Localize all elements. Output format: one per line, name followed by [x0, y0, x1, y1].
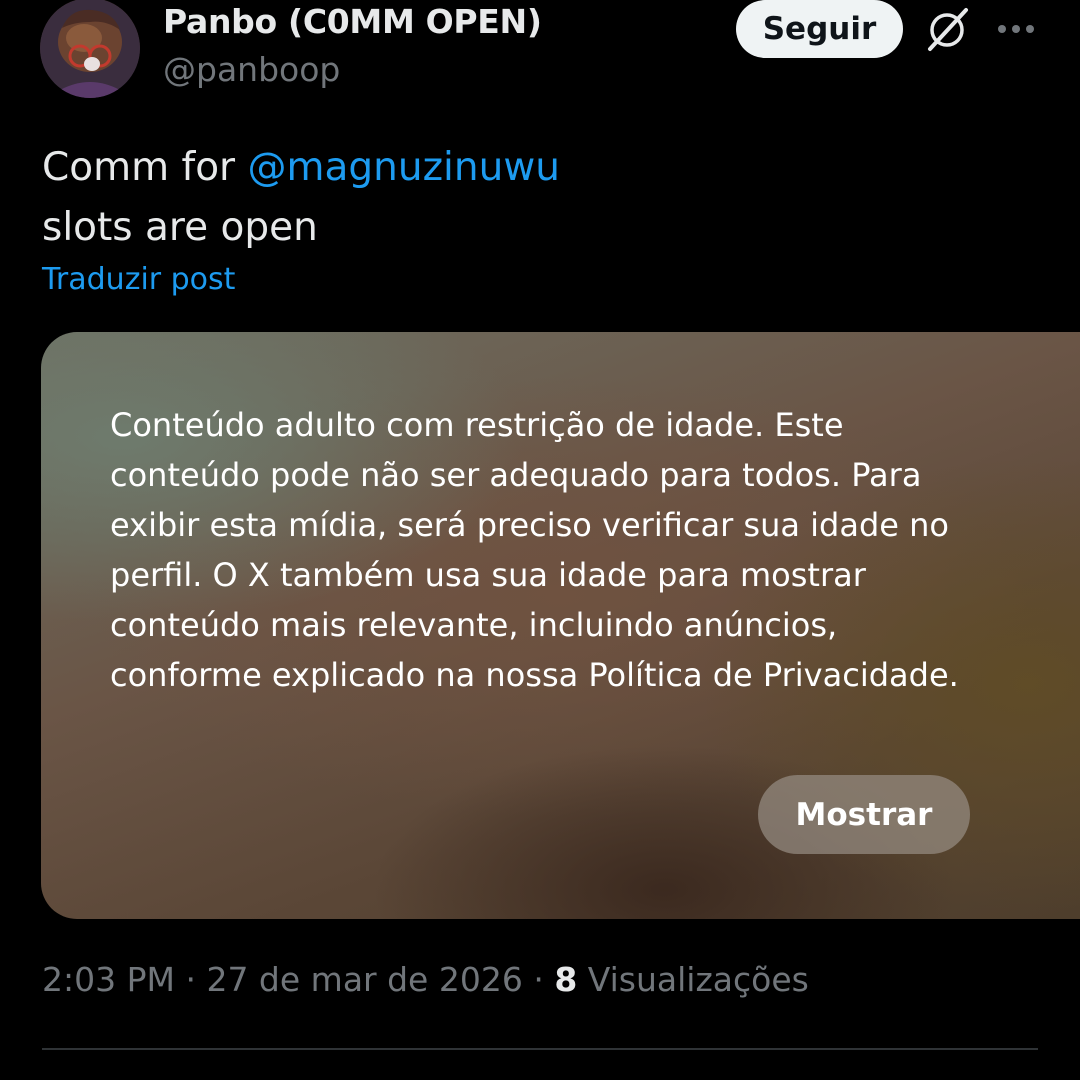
- post-text-line-2: slots are open: [42, 205, 318, 250]
- meta-separator: ·: [174, 960, 207, 999]
- author-handle[interactable]: @panboop: [163, 50, 340, 89]
- post-time[interactable]: 2:03 PM: [42, 960, 175, 999]
- views-count: 8: [554, 960, 578, 999]
- divider: [42, 1048, 1038, 1050]
- post-text-prefix: Comm for: [42, 145, 248, 190]
- views-label: Visualizações: [577, 960, 809, 999]
- author-display-name[interactable]: Panbo (C0MM OPEN): [163, 2, 542, 41]
- post-date[interactable]: 27 de mar de 2026: [206, 960, 522, 999]
- sensitive-media-card: Conteúdo adulto com restrição de idade. …: [41, 332, 1080, 919]
- post-meta: 2:03 PM · 27 de mar de 2026 · 8 Visualiz…: [42, 960, 809, 999]
- more-horizontal-icon[interactable]: [994, 14, 1038, 44]
- post-text-line-1: Comm for @magnuzinuwu: [42, 138, 560, 198]
- translate-post-link[interactable]: Traduzir post: [42, 262, 235, 297]
- post-text: Comm for @magnuzinuwu slots are open: [42, 138, 560, 258]
- follow-button[interactable]: Seguir: [736, 0, 903, 58]
- mention-link[interactable]: @magnuzinuwu: [248, 145, 560, 190]
- avatar-image: [40, 0, 140, 98]
- meta-separator: ·: [522, 960, 555, 999]
- age-restriction-warning: Conteúdo adulto com restrição de idade. …: [110, 406, 959, 694]
- grok-icon[interactable]: [922, 4, 972, 54]
- avatar[interactable]: [40, 0, 140, 98]
- show-media-button[interactable]: Mostrar: [758, 775, 970, 854]
